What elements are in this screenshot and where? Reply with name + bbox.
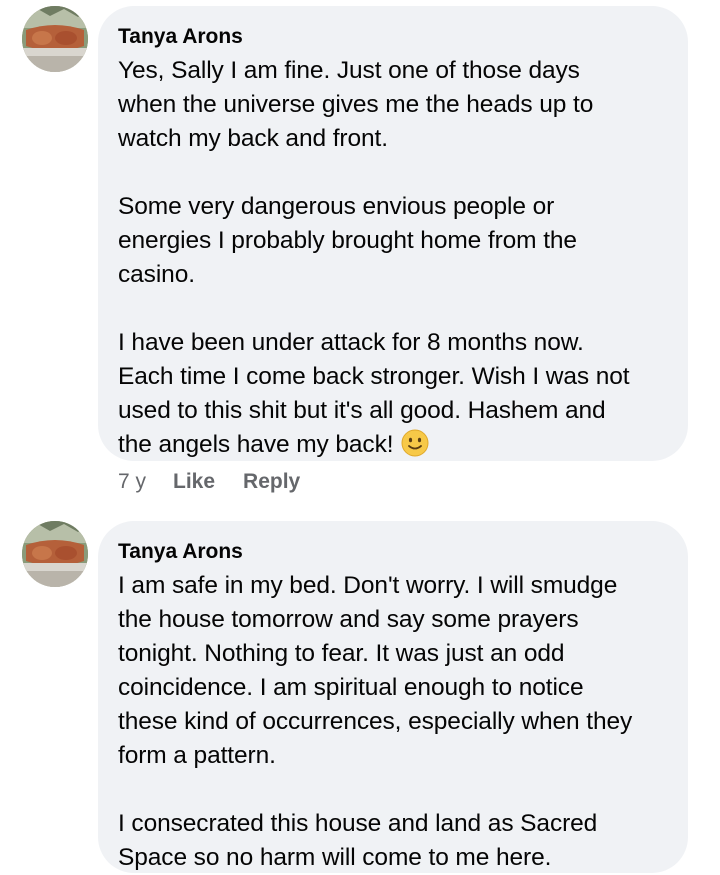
profile-photo-icon [22,521,88,587]
comment-paragraph: I have been under attack for 8 months no… [118,326,668,462]
comment-paragraph: Some very dangerous envious people or en… [118,193,577,288]
comment-author[interactable]: Tanya Arons [118,24,668,50]
avatar[interactable] [22,521,88,587]
comment-paragraph: I am safe in my bed. Don't worry. I will… [118,572,633,769]
comment-paragraph: I consecrated this house and land as Sac… [118,810,598,871]
comment-bubble: Tanya Arons Yes, Sally I am fine. Just o… [98,6,688,461]
comment-author[interactable]: Tanya Arons [118,539,668,565]
reply-button[interactable]: Reply [243,470,300,494]
comment-paragraph-text: I have been under attack for 8 months no… [118,329,630,458]
comment-timestamp[interactable]: 7 y [118,470,146,494]
profile-photo-icon [22,6,88,72]
comment-actions: 7 y Like Reply [118,470,328,494]
comment-paragraph: Yes, Sally I am fine. Just one of those … [118,57,594,152]
avatar[interactable] [22,6,88,72]
comment-bubble: Tanya Arons I am safe in my bed. Don't w… [98,521,688,873]
smiley-emoji-icon [401,429,429,457]
like-button[interactable]: Like [173,470,215,494]
